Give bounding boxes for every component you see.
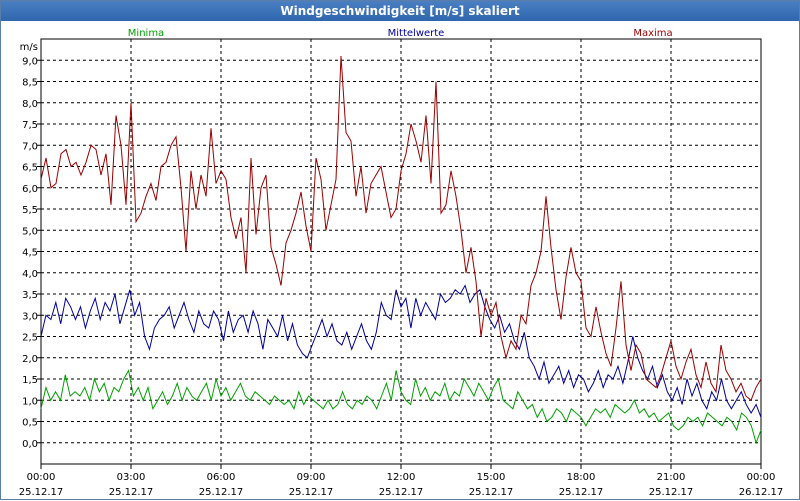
x-tick-time-label: 09:00 (297, 472, 326, 483)
x-tick-time-label: 06:00 (207, 472, 236, 483)
y-tick-label: 1,0 (22, 396, 38, 407)
x-tick-time-label: 03:00 (117, 472, 146, 483)
y-tick-label: 9,0 (22, 56, 38, 67)
y-axis-unit-label: m/s (20, 42, 38, 53)
y-tick-label: 8,5 (22, 78, 38, 89)
x-tick-date-label: 25.12.17 (109, 487, 154, 498)
y-tick-label: 4,5 (22, 248, 38, 259)
chart-window: Windgeschwindigkeit [m/s] skaliert 0,0 0,… (0, 0, 800, 500)
x-tick-date-label: 25.12.17 (19, 487, 64, 498)
y-tick-label: 2,0 (22, 354, 38, 365)
x-tick-time-label: 00:00 (747, 472, 776, 483)
y-tick-label: 8,0 (22, 99, 38, 110)
x-tick-date-label: 25.12.17 (469, 487, 514, 498)
x-tick-time-label: 18:00 (567, 472, 596, 483)
x-tick-time-label: 12:00 (387, 472, 416, 483)
x-tick-date-label: 25.12.17 (649, 487, 694, 498)
y-tick-label: 4,0 (22, 269, 38, 280)
y-tick-label: 0,5 (22, 418, 38, 429)
y-tick-label: 3,0 (22, 311, 38, 322)
y-tick-label: 5,5 (22, 205, 38, 216)
y-tick-label: 2,5 (22, 333, 38, 344)
y-tick-label: 1,5 (22, 375, 38, 386)
y-tick-label: 7,5 (22, 120, 38, 131)
legend-minima: Minima (128, 28, 164, 39)
y-tick-label: 3,5 (22, 290, 38, 301)
y-tick-label: 6,0 (22, 184, 38, 195)
x-tick-time-label: 21:00 (657, 472, 686, 483)
x-tick-time-label: 00:00 (27, 472, 56, 483)
x-tick-time-label: 15:00 (477, 472, 506, 483)
y-tick-label: 0,0 (22, 439, 38, 450)
y-tick-label: 7,0 (22, 141, 38, 152)
line-chart: 0,0 0,5 1,0 1,5 2,0 2,5 3,0 3,5 4,0 4,5 5,0 5,5 6,0 6… (19, 28, 784, 498)
x-tick-date-label: 25.12.17 (379, 487, 424, 498)
x-tick-date-label: 25.12.17 (199, 487, 244, 498)
x-tick-date-label: 26.12.17 (739, 487, 784, 498)
legend-mittelwerte: Mittelwerte (388, 28, 445, 39)
y-tick-label: 6,5 (22, 163, 38, 174)
legend-maxima: Maxima (633, 28, 672, 39)
y-tick-label: 5,0 (22, 226, 38, 237)
x-tick-date-label: 25.12.17 (289, 487, 334, 498)
x-tick-date-label: 25.12.17 (559, 487, 604, 498)
